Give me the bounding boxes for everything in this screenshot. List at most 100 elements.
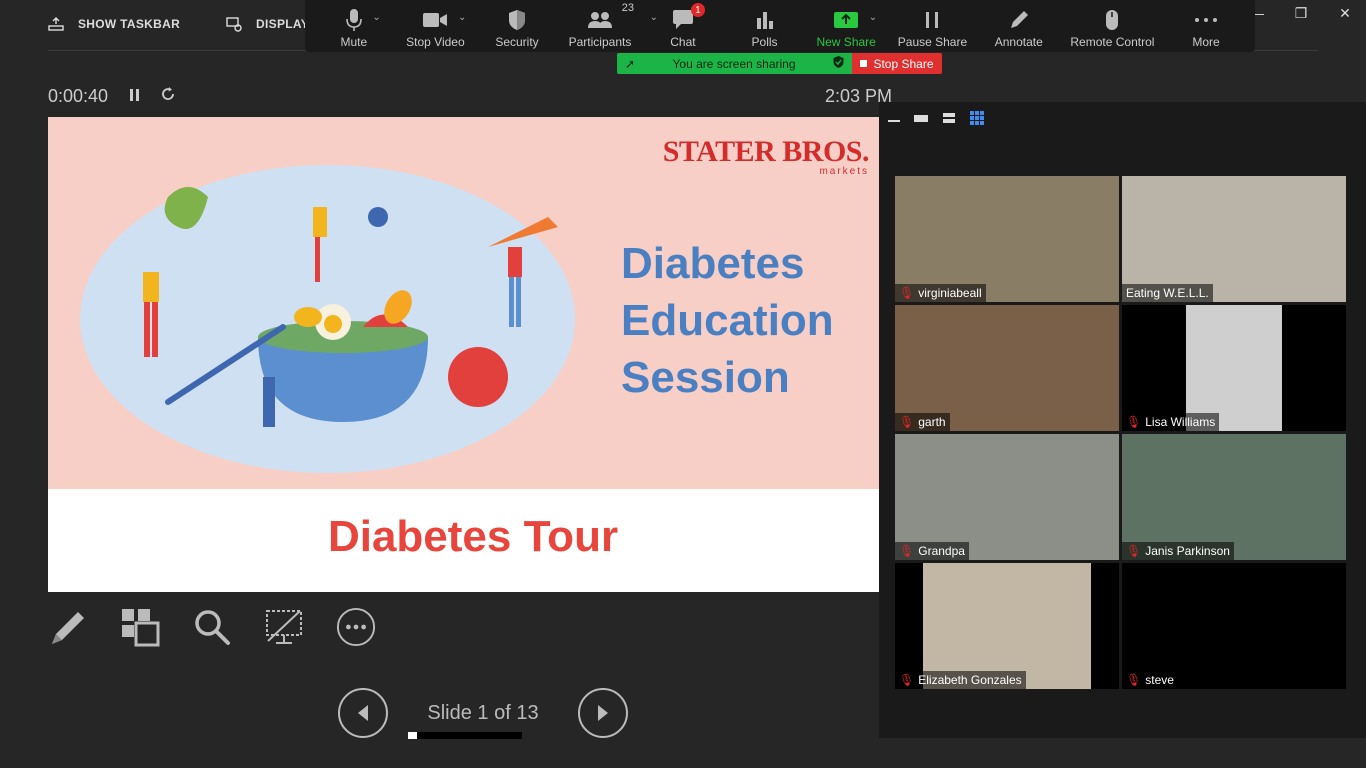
more-options-icon[interactable]	[336, 605, 376, 649]
new-share-button[interactable]: ⌄ New Share	[816, 6, 877, 49]
slide-title-line: Session	[621, 353, 790, 402]
presentation-timer: 0:00:40	[48, 86, 176, 107]
slide-progress-bar	[408, 731, 522, 739]
participants-count: 23	[621, 2, 634, 14]
video-tile[interactable]: 🎙 Lisa Williams	[1122, 305, 1346, 431]
remote-control-button[interactable]: Remote Control	[1070, 6, 1154, 49]
participant-name: Eating W.E.L.L.	[1126, 286, 1209, 300]
reset-timer-icon[interactable]	[160, 86, 176, 107]
video-layout-controls	[887, 110, 985, 131]
pause-timer-icon[interactable]	[128, 86, 140, 107]
brand-name: STATER BROS.	[662, 135, 870, 168]
chevron-down-icon[interactable]: ⌄	[869, 12, 877, 23]
brand-subtitle: markets	[819, 166, 869, 177]
polls-button[interactable]: Polls	[735, 6, 795, 49]
video-tile[interactable]: 🎙 virginiabeall	[895, 176, 1119, 302]
salad-illustration	[143, 187, 558, 427]
video-tile[interactable]: 🎙 steve	[1122, 563, 1346, 689]
participants-label: Participants	[568, 35, 632, 49]
stop-share-button[interactable]: Stop Share	[852, 53, 942, 74]
single-video-icon[interactable]	[913, 111, 929, 130]
stop-video-button[interactable]: ⌄ Stop Video	[405, 6, 466, 49]
share-screen-icon	[834, 12, 859, 28]
stacked-video-icon[interactable]	[941, 111, 957, 130]
slide-navigation: Slide 1 of 13	[338, 688, 628, 739]
show-taskbar-label: SHOW TASKBAR	[78, 17, 181, 31]
slide-subtitle: Diabetes Tour	[327, 512, 619, 561]
grid-video-icon[interactable]	[969, 110, 985, 131]
participant-name-tag: 🎙 garth	[895, 413, 950, 431]
security-button[interactable]: Security	[487, 6, 547, 49]
video-tile[interactable]: 🎙 garth	[895, 305, 1119, 431]
sharing-indicator[interactable]: ➚ You are screen sharing	[617, 53, 852, 74]
participant-name: virginiabeall	[918, 286, 982, 300]
more-dots-icon	[1195, 18, 1218, 22]
pen-icon[interactable]	[48, 605, 88, 649]
black-screen-icon[interactable]	[264, 605, 304, 649]
video-tile[interactable]: 🎙 Grandpa	[895, 434, 1119, 560]
slide-title-line: Diabetes	[621, 239, 805, 288]
restore-icon[interactable]: ❐	[1294, 5, 1308, 22]
shield-check-icon	[833, 56, 844, 71]
shield-icon	[509, 10, 526, 30]
more-label: More	[1192, 35, 1220, 49]
chat-label: Chat	[670, 35, 696, 49]
previous-slide-button[interactable]	[338, 688, 388, 738]
muted-mic-icon: 🎙	[899, 673, 915, 687]
participant-video-grid: 🎙 virginiabeall Eating W.E.L.L. 🎙 garth 🎙 L…	[895, 176, 1346, 689]
chevron-down-icon[interactable]: ⌄	[372, 12, 380, 23]
display-settings-icon	[226, 16, 242, 32]
window-controls: — ❐ ✕	[1250, 5, 1352, 22]
next-slide-button[interactable]	[578, 688, 628, 738]
participants-button[interactable]: 23 ⌄ Participants	[568, 2, 658, 49]
show-taskbar-button[interactable]: SHOW TASKBAR	[48, 17, 180, 31]
annotate-label: Annotate	[994, 35, 1043, 49]
muted-mic-icon: 🎙	[1126, 415, 1142, 429]
mute-button[interactable]: ⌄ Mute	[324, 6, 384, 49]
video-camera-icon	[423, 13, 448, 27]
participant-name-tag: Eating W.E.L.L.	[1122, 284, 1213, 302]
video-panel: 🎙 virginiabeall Eating W.E.L.L. 🎙 garth 🎙 L…	[879, 102, 1366, 738]
slide-title: Diabetes Education Session	[621, 235, 834, 406]
stop-video-label: Stop Video	[406, 35, 465, 49]
video-tile[interactable]: Eating W.E.L.L.	[1122, 176, 1346, 302]
zoom-magnifier-icon[interactable]	[192, 605, 232, 649]
participant-name: Grandpa	[918, 544, 965, 558]
remote-control-label: Remote Control	[1070, 35, 1155, 49]
slides-overview-icon[interactable]	[120, 605, 160, 649]
muted-mic-icon: 🎙	[1126, 673, 1142, 687]
hide-videos-icon[interactable]	[887, 111, 901, 130]
triangle-left-icon	[358, 705, 368, 721]
meeting-toolbar: ⌄ Mute ⌄ Stop Video Security 23 ⌄ Partici…	[305, 0, 1255, 52]
more-button[interactable]: More	[1176, 6, 1236, 49]
elapsed-time: 0:00:40	[48, 86, 109, 106]
slide-counter-label: Slide 1 of 13	[427, 701, 539, 724]
pencil-icon	[1010, 11, 1028, 28]
brand-logo: STATER BROS. markets	[662, 135, 870, 177]
arrow-icon: ➚	[625, 56, 636, 71]
chat-button[interactable]: 1 Chat	[653, 3, 713, 49]
mute-label: Mute	[340, 35, 368, 49]
slide-counter: Slide 1 of 13	[388, 701, 578, 739]
participant-name-tag: 🎙 Grandpa	[895, 542, 969, 560]
video-tile[interactable]: 🎙 Elizabeth Gonzales	[895, 563, 1119, 689]
participant-name-tag: 🎙 virginiabeall	[895, 284, 986, 302]
chevron-down-icon[interactable]: ⌄	[458, 12, 466, 23]
participant-name: Janis Parkinson	[1145, 544, 1230, 558]
annotate-button[interactable]: Annotate	[989, 6, 1049, 49]
pause-share-button[interactable]: Pause Share	[898, 6, 967, 49]
video-tile[interactable]: 🎙 Janis Parkinson	[1122, 434, 1346, 560]
triangle-right-icon	[598, 705, 608, 721]
muted-mic-icon: 🎙	[899, 415, 915, 429]
slide-title-line: Education	[621, 296, 834, 345]
muted-mic-icon: 🎙	[899, 544, 915, 558]
chat-badge: 1	[690, 3, 705, 17]
participant-name-tag: 🎙 Janis Parkinson	[1122, 542, 1234, 560]
participant-name: garth	[918, 415, 946, 429]
participant-name-tag: 🎙 Lisa Williams	[1122, 413, 1220, 431]
participant-name: Lisa Williams	[1145, 415, 1216, 429]
pause-share-label: Pause Share	[897, 35, 968, 49]
sharing-message: You are screen sharing	[672, 56, 796, 71]
participant-name: Elizabeth Gonzales	[918, 673, 1022, 687]
close-icon[interactable]: ✕	[1338, 5, 1352, 22]
